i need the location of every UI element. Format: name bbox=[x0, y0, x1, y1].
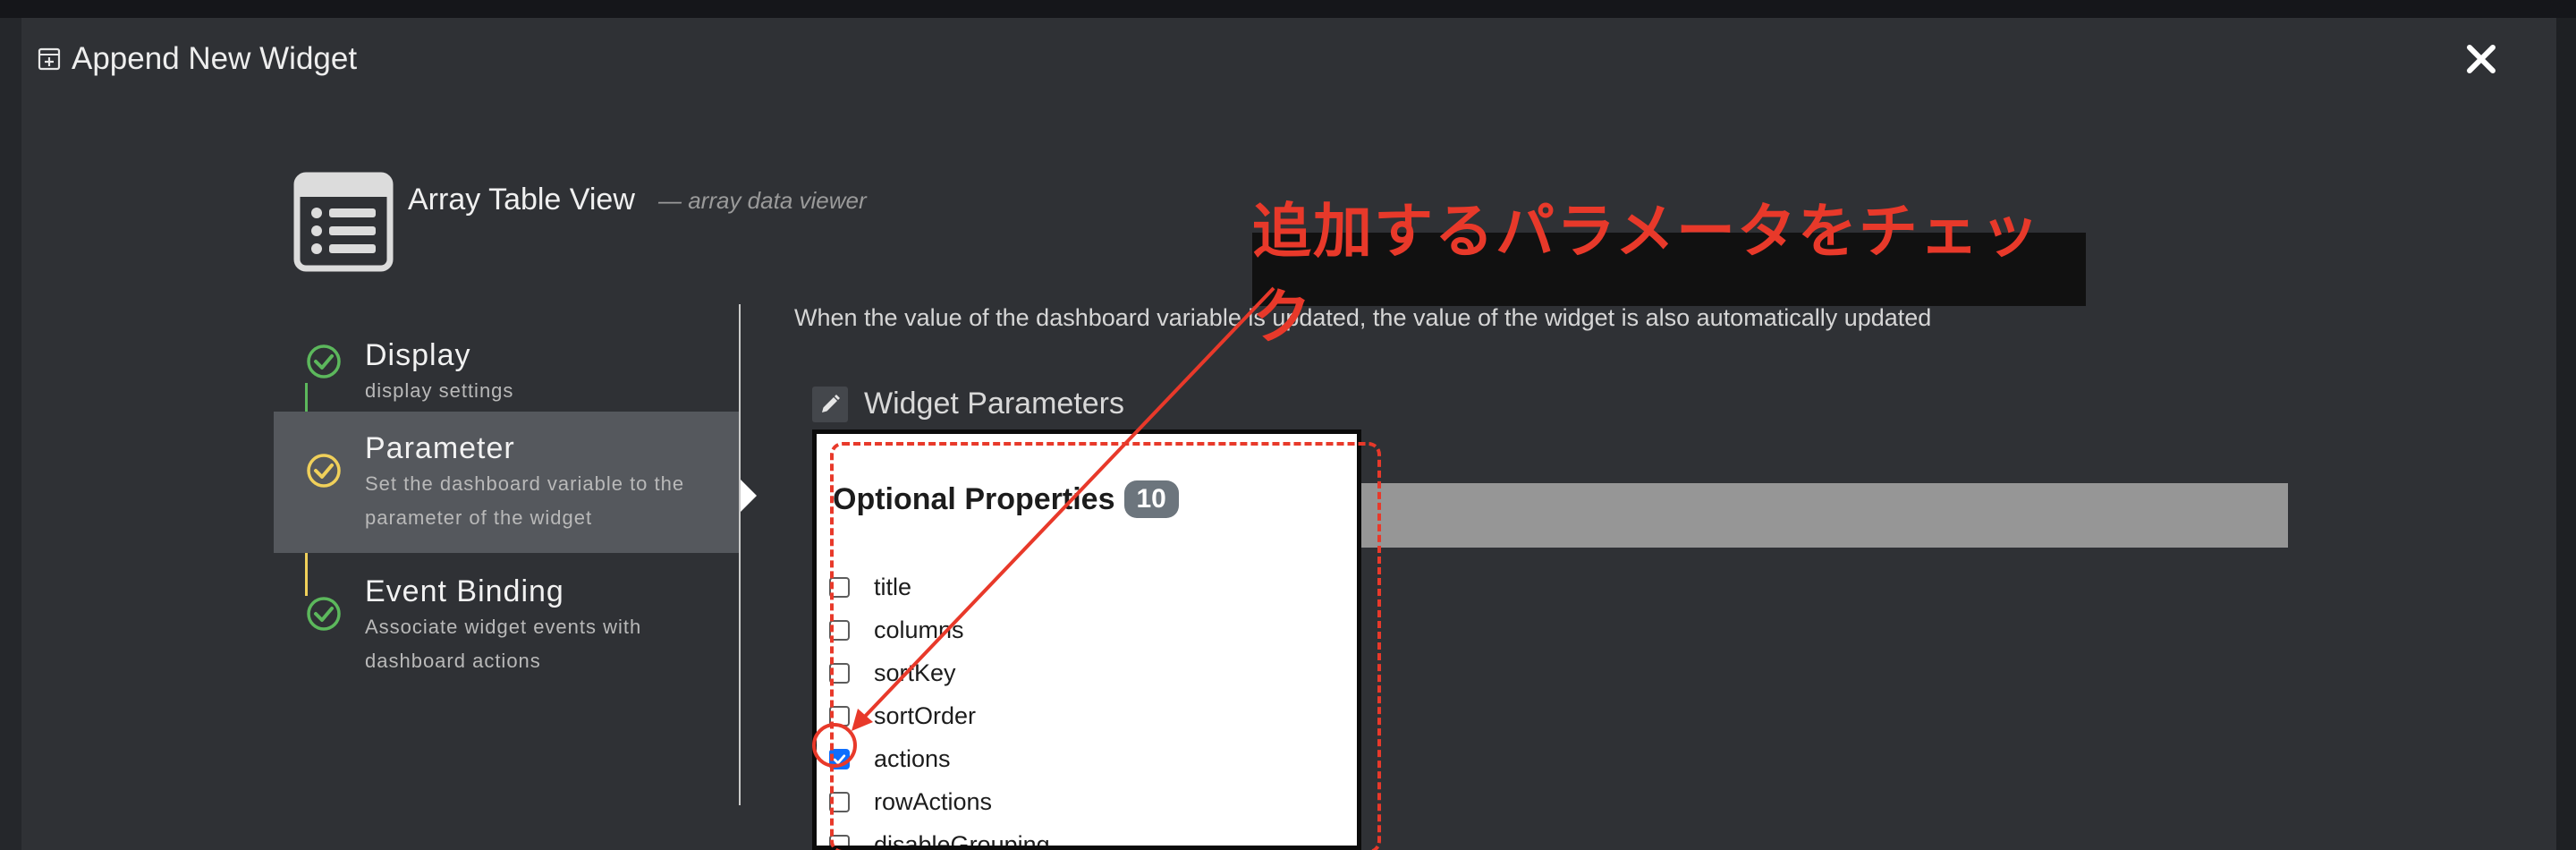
check-icon bbox=[833, 753, 846, 764]
check-circle-icon bbox=[307, 597, 341, 631]
property-label: title bbox=[874, 573, 912, 600]
widget-name: Array Table View bbox=[408, 183, 635, 217]
property-checkbox[interactable] bbox=[829, 576, 850, 598]
property-item[interactable]: actions bbox=[829, 741, 951, 777]
add-box-icon bbox=[38, 47, 61, 71]
optional-properties-popup: Optional Properties 10 title columns sor… bbox=[812, 429, 1361, 850]
property-label: sortOrder bbox=[874, 701, 977, 729]
step-sublabel: Set the dashboard variable to the parame… bbox=[365, 472, 685, 529]
annotation-label: 追加するパラメータをチェック bbox=[1252, 198, 2086, 350]
property-item[interactable]: columns bbox=[829, 612, 964, 648]
close-button[interactable] bbox=[2454, 32, 2508, 86]
property-item[interactable]: disableGrouping bbox=[829, 827, 1050, 850]
widget-description: — array data viewer bbox=[658, 187, 867, 214]
property-label: sortKey bbox=[874, 659, 956, 686]
background-sidebar bbox=[0, 18, 21, 850]
pencil-icon bbox=[822, 395, 840, 412]
property-label: disableGrouping bbox=[874, 830, 1050, 850]
property-label: rowActions bbox=[874, 787, 993, 815]
step-divider bbox=[739, 304, 741, 805]
check-circle-icon bbox=[307, 344, 341, 378]
step-sublabel: display settings bbox=[365, 379, 514, 402]
append-widget-modal: Append New Widget Array Table View — arr… bbox=[21, 18, 2556, 850]
popup-title: Optional Properties bbox=[833, 481, 1115, 516]
property-item[interactable]: rowActions bbox=[829, 784, 992, 820]
property-item[interactable]: sortOrder bbox=[829, 698, 976, 734]
step-parameter[interactable]: Parameter Set the dashboard variable to … bbox=[274, 412, 739, 553]
step-label: Event Binding bbox=[365, 574, 564, 608]
list-icon bbox=[293, 172, 394, 272]
step-event-binding[interactable]: Event Binding Associate widget events wi… bbox=[274, 555, 739, 689]
check-circle-icon bbox=[307, 454, 341, 488]
active-step-pointer bbox=[741, 480, 757, 512]
property-checkbox[interactable] bbox=[829, 619, 850, 641]
property-checkbox[interactable] bbox=[829, 662, 850, 684]
section-title: Widget Parameters bbox=[864, 387, 1124, 421]
property-checkbox-checked[interactable] bbox=[829, 748, 850, 769]
modal-title: Append New Widget bbox=[38, 41, 357, 77]
property-label: columns bbox=[874, 616, 964, 643]
step-label: Display bbox=[365, 338, 471, 372]
background-toolbar bbox=[0, 0, 2576, 18]
property-checkbox[interactable] bbox=[829, 705, 850, 727]
edit-button[interactable] bbox=[812, 387, 848, 422]
property-checkbox[interactable] bbox=[829, 834, 850, 846]
popup-header: Optional Properties 10 bbox=[833, 480, 1179, 518]
close-icon bbox=[2467, 45, 2496, 73]
property-item[interactable]: title bbox=[829, 569, 911, 605]
property-label: actions bbox=[874, 744, 951, 772]
step-sublabel: Associate widget events with dashboard a… bbox=[365, 616, 642, 672]
count-badge: 10 bbox=[1123, 480, 1179, 518]
step-label: Parameter bbox=[365, 431, 515, 465]
step-display[interactable]: Display display settings bbox=[274, 319, 739, 408]
property-item[interactable]: sortKey bbox=[829, 655, 956, 691]
parameter-input-field[interactable] bbox=[1354, 483, 2288, 548]
modal-title-text: Append New Widget bbox=[72, 41, 358, 76]
property-checkbox[interactable] bbox=[829, 791, 850, 812]
